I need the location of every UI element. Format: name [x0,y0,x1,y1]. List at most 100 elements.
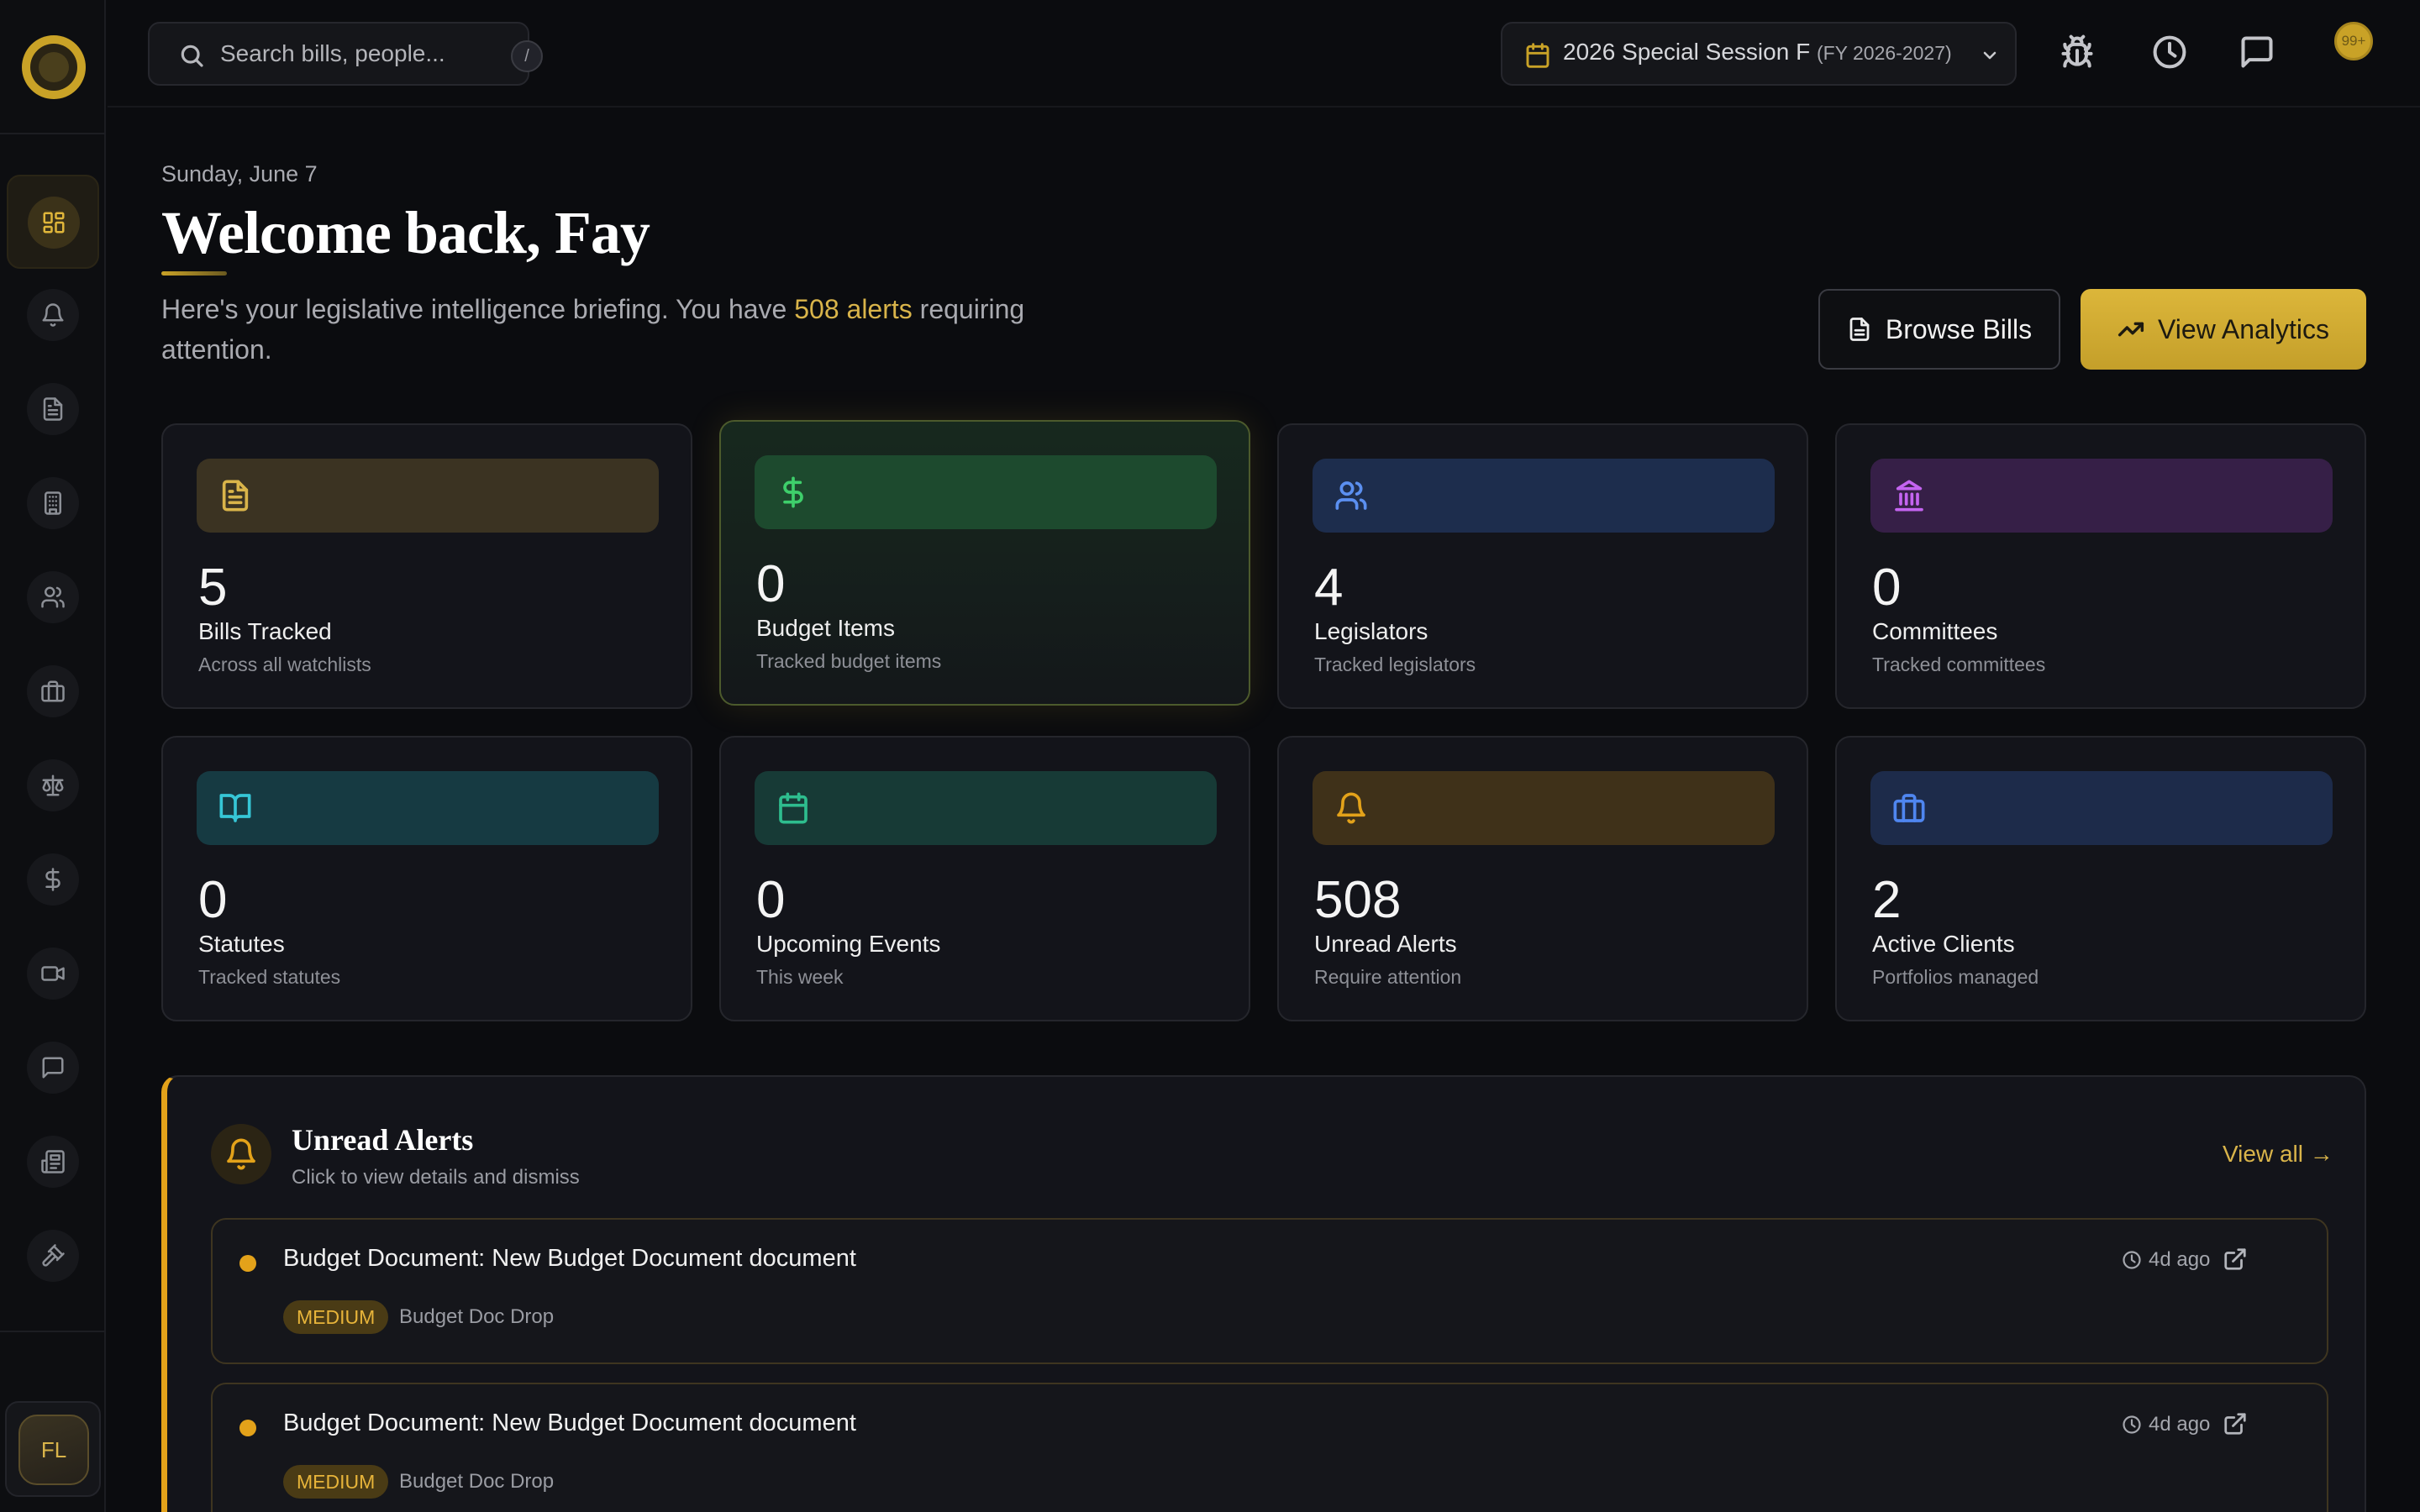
intro-text: Here's your legislative intelligence bri… [161,289,1128,370]
sidebar-item-budget[interactable] [27,853,79,906]
alert-source: Budget Doc Drop [399,1470,555,1493]
alert-title: Budget Document: New Budget Document doc… [283,1410,856,1436]
users-icon [41,586,65,608]
sidebar-item-clients[interactable] [27,665,79,717]
stat-card-alerts[interactable]: 508 Unread Alerts Require attention [1277,736,1808,1021]
stat-card-band [1313,771,1775,845]
messages-button[interactable] [2238,34,2275,71]
sidebar-item-alerts[interactable] [27,289,79,341]
stat-value: 0 [1872,559,1902,617]
stat-card-events[interactable]: 0 Upcoming Events This week [719,736,1250,1021]
stat-label: Budget Items [756,615,895,641]
stat-label: Active Clients [1872,931,2015,957]
sidebar-divider [0,1331,104,1332]
alerts-subtitle: Click to view details and dismiss [292,1166,580,1189]
stat-sublabel: Portfolios managed [1872,966,2039,988]
sidebar-item-messages[interactable] [27,1042,79,1094]
stat-card-budget[interactable]: 0 Budget Items Tracked budget items [719,420,1250,706]
external-link-icon [2224,1248,2246,1270]
search-input[interactable]: Search bills, people... / [148,22,543,86]
chat-icon [42,1057,64,1079]
sidebar-item-dashboard[interactable] [7,175,99,269]
newspaper-icon [41,1150,65,1173]
stat-card-band [197,771,659,845]
history-icon [2153,35,2186,69]
stat-card-statutes[interactable]: 0 Statutes Tracked statutes [161,736,692,1021]
sidebar-item-hearings[interactable] [27,1230,79,1282]
sidebar-item-people[interactable] [27,571,79,623]
stat-card-legislators[interactable]: 4 Legislators Tracked legislators [1277,423,1808,709]
sidebar: FL [0,0,106,1512]
stat-card-clients[interactable]: 2 Active Clients Portfolios managed [1835,736,2366,1021]
briefcase-icon [41,680,65,702]
unread-dot [239,1420,256,1436]
document-icon [43,397,63,421]
calendar-icon [779,792,808,824]
severity-badge: MEDIUM [283,1465,389,1499]
clock-icon [2123,1415,2141,1434]
stat-sublabel: Across all watchlists [198,654,371,675]
clock-icon [2123,1251,2141,1269]
alert-count-highlight[interactable]: 508 alerts [794,294,913,324]
intro-before: Here's your legislative intelligence bri… [161,294,795,324]
user-menu[interactable]: FL [5,1401,101,1497]
browse-bills-button[interactable]: Browse Bills [1818,289,2060,370]
bell-icon [227,1138,255,1170]
search-icon [181,45,203,67]
view-analytics-label: View Analytics [2158,313,2329,344]
view-analytics-button[interactable]: View Analytics [2081,289,2366,370]
alerts-title: Unread Alerts [292,1123,474,1157]
alert-item[interactable]: Budget Document: New Budget Document doc… [211,1218,2328,1364]
open-alert-button[interactable] [2223,1247,2248,1272]
alert-item[interactable]: Budget Document: New Budget Document doc… [211,1383,2328,1512]
stat-label: Bills Tracked [198,618,332,644]
stat-card-band [755,771,1217,845]
alert-title: Budget Document: New Budget Document doc… [283,1245,856,1272]
bug-report-button[interactable] [2059,34,2096,71]
stat-label: Unread Alerts [1314,931,1457,957]
stat-sublabel: Tracked committees [1872,654,2046,675]
stat-card-committees[interactable]: 0 Committees Tracked committees [1835,423,2366,709]
stat-value: 508 [1314,871,1402,929]
stat-label: Committees [1872,618,1998,644]
building-icon [45,491,61,515]
sidebar-item-buildings[interactable] [27,477,79,529]
calendar-icon [1526,43,1549,68]
trending-up-icon [2118,322,2144,337]
session-label: 2026 Special Session F (FY 2026-2027) [1563,39,1952,66]
stat-sublabel: Require attention [1314,966,1462,988]
sidebar-item-news[interactable] [27,1136,79,1188]
view-all-link[interactable]: View all → [2223,1141,2333,1168]
stat-label: Statutes [198,931,285,957]
app-logo[interactable] [22,35,86,99]
stat-card-band [755,455,1217,529]
stat-card-bills[interactable]: 5 Bills Tracked Across all watchlists [161,423,692,709]
notification-badge: 99+ [2334,22,2373,60]
alert-time-text: 4d ago [2149,1248,2211,1271]
top-bar: Search bills, people... / 2026 Special S… [108,0,2420,108]
sidebar-item-bills[interactable] [27,383,79,435]
severity-badge: MEDIUM [283,1300,389,1334]
alert-source: Budget Doc Drop [399,1305,555,1328]
dashboard-icon [43,212,65,234]
briefcase-icon [1893,794,1925,822]
avatar: FL [18,1415,89,1485]
history-button[interactable] [2151,34,2188,71]
stat-label: Legislators [1314,618,1428,644]
bell-icon [1337,792,1365,824]
alert-time-text: 4d ago [2149,1413,2211,1436]
session-name: 2026 Special Session F [1563,39,1811,65]
search-placeholder: Search bills, people... [220,40,445,66]
open-alert-button[interactable] [2223,1411,2248,1436]
browse-bills-label: Browse Bills [1885,313,2033,344]
document-icon [1849,318,1870,341]
stat-value: 0 [756,555,786,613]
alerts-header-icon [211,1124,271,1184]
session-selector[interactable]: 2026 Special Session F (FY 2026-2027) [1501,22,2017,86]
external-link-icon [2224,1413,2246,1435]
sidebar-item-video[interactable] [27,948,79,1000]
sidebar-item-statutes[interactable] [27,759,79,811]
stat-sublabel: This week [756,966,844,988]
stat-card-band [1313,459,1775,533]
chevron-down-icon [1983,51,1996,60]
